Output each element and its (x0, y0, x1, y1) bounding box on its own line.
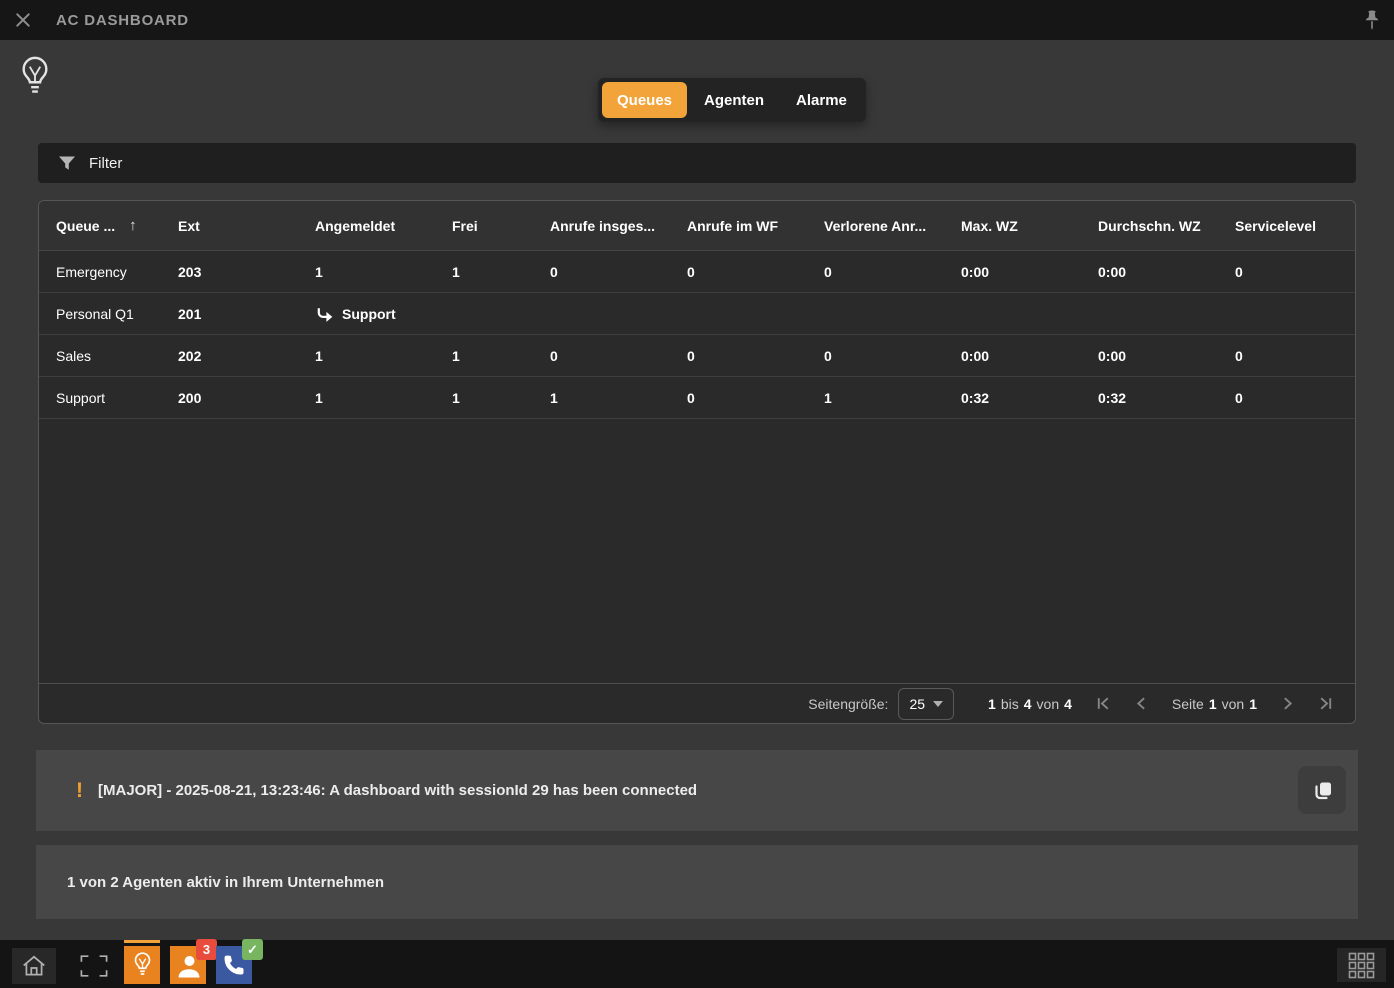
table-row[interactable]: Support 200 1 1 1 0 1 0:32 0:32 0 (39, 377, 1355, 419)
last-page-icon[interactable] (1318, 695, 1335, 712)
column-header-servicelevel[interactable]: Servicelevel (1235, 218, 1355, 234)
copy-icon[interactable] (1298, 766, 1346, 814)
info-banner: 1 von 2 Agenten aktiv in Ihrem Unternehm… (36, 845, 1358, 919)
cell-queue: Sales (39, 348, 178, 364)
column-header-max-wz[interactable]: Max. WZ (961, 218, 1098, 234)
page-size-select[interactable]: 25 (898, 688, 954, 720)
cell-verlorene-anr: 1 (824, 390, 961, 406)
cell-anrufe-insges: 0 (550, 264, 687, 280)
column-header-anrufe-im-wf[interactable]: Anrufe im WF (687, 218, 824, 234)
cell-frei: 1 (452, 348, 550, 364)
info-message: 1 von 2 Agenten aktiv in Ihrem Unternehm… (67, 874, 384, 891)
cell-angemeldet: 1 (315, 390, 452, 406)
contacts-person-icon: 3 (170, 946, 206, 984)
dashboard-lightbulb-icon (18, 54, 52, 105)
phone-icon: ✓ (216, 946, 252, 984)
close-icon[interactable] (8, 5, 38, 35)
cell-ext: 203 (178, 264, 315, 280)
redirect-target-label: Support (342, 306, 396, 322)
apps-grid-icon[interactable] (1337, 948, 1386, 982)
cell-max-wz: 0:32 (961, 390, 1098, 406)
exclamation-icon: ! (76, 779, 83, 803)
cell-angemeldet: 1 (315, 264, 452, 280)
cell-anrufe-im-wf: 0 (687, 264, 824, 280)
page-indicator-text: Seite 1 von 1 (1172, 696, 1257, 712)
filter-icon (58, 154, 76, 172)
column-header-durchschn-wz[interactable]: Durchschn. WZ (1098, 218, 1235, 234)
sort-ascending-icon[interactable]: ↑ (129, 217, 137, 234)
cell-verlorene-anr: 0 (824, 264, 961, 280)
table-pagination: Seitengröße: 25 1 bis 4 von 4 Seite 1 vo… (39, 683, 1355, 723)
taskbar-item-phone[interactable]: ✓ (216, 940, 252, 984)
column-header-angemeldet[interactable]: Angemeldet (315, 218, 452, 234)
tab-agenten[interactable]: Agenten (689, 82, 779, 118)
cell-queue: Personal Q1 (39, 306, 178, 322)
redirect-arrow-icon (315, 306, 334, 322)
check-icon: ✓ (242, 939, 263, 960)
taskbar-item-dashboard[interactable] (124, 940, 160, 984)
window-title: AC DASHBOARD (56, 12, 189, 29)
tab-queues[interactable]: Queues (602, 82, 687, 118)
cell-verlorene-anr: 0 (824, 348, 961, 364)
cell-durchschn-wz: 0:00 (1098, 348, 1235, 364)
column-header-anrufe-insges[interactable]: Anrufe insges... (550, 218, 687, 234)
cell-servicelevel: 0 (1235, 264, 1355, 280)
cell-redirect: Support (315, 306, 452, 322)
first-page-icon[interactable] (1094, 695, 1111, 712)
cell-angemeldet: 1 (315, 348, 452, 364)
page-size-value: 25 (909, 696, 925, 712)
filter-label: Filter (89, 155, 122, 172)
dropdown-caret-icon (933, 701, 943, 707)
fullscreen-icon[interactable] (74, 950, 114, 982)
table-row[interactable]: Emergency 203 1 1 0 0 0 0:00 0:00 0 (39, 251, 1355, 293)
cell-anrufe-insges: 1 (550, 390, 687, 406)
column-header-ext[interactable]: Ext (178, 218, 315, 234)
active-indicator (124, 940, 160, 943)
column-header-queue[interactable]: Queue ... ↑ (39, 217, 178, 234)
cell-anrufe-im-wf: 0 (687, 390, 824, 406)
cell-max-wz: 0:00 (961, 264, 1098, 280)
cell-durchschn-wz: 0:00 (1098, 264, 1235, 280)
cell-queue: Emergency (39, 264, 178, 280)
table-header-row: Queue ... ↑ Ext Angemeldet Frei Anrufe i… (39, 201, 1355, 251)
taskbar: 3 ✓ (0, 940, 1394, 988)
contacts-badge: 3 (196, 939, 217, 960)
page-size-label: Seitengröße: (808, 696, 888, 712)
table-empty-area (39, 419, 1355, 683)
cell-max-wz: 0:00 (961, 348, 1098, 364)
view-tabs: Queues Agenten Alarme (598, 78, 866, 122)
table-row[interactable]: Sales 202 1 1 0 0 0 0:00 0:00 0 (39, 335, 1355, 377)
cell-servicelevel: 0 (1235, 348, 1355, 364)
cell-anrufe-im-wf: 0 (687, 348, 824, 364)
taskbar-item-contacts[interactable]: 3 (170, 940, 206, 984)
table-row[interactable]: Personal Q1 201 Support (39, 293, 1355, 335)
cell-durchschn-wz: 0:32 (1098, 390, 1235, 406)
cell-ext: 202 (178, 348, 315, 364)
cell-queue: Support (39, 390, 178, 406)
pin-icon[interactable] (1358, 8, 1386, 32)
queues-table: Queue ... ↑ Ext Angemeldet Frei Anrufe i… (38, 200, 1356, 724)
column-header-frei[interactable]: Frei (452, 218, 550, 234)
row-range-text: 1 bis 4 von 4 (988, 696, 1072, 712)
cell-anrufe-insges: 0 (550, 348, 687, 364)
filter-bar[interactable]: Filter (38, 143, 1356, 183)
alert-message: [MAJOR] - 2025-08-21, 13:23:46: A dashbo… (98, 782, 697, 799)
dashboard-lightbulb-tile-icon (124, 946, 160, 984)
next-page-icon[interactable] (1279, 695, 1296, 712)
alert-banner: ! [MAJOR] - 2025-08-21, 13:23:46: A dash… (36, 750, 1358, 831)
column-header-verlorene-anr[interactable]: Verlorene Anr... (824, 218, 961, 234)
previous-page-icon[interactable] (1133, 695, 1150, 712)
cell-servicelevel: 0 (1235, 390, 1355, 406)
home-button[interactable] (12, 948, 56, 984)
cell-ext: 200 (178, 390, 315, 406)
cell-frei: 1 (452, 264, 550, 280)
cell-frei: 1 (452, 390, 550, 406)
title-bar: AC DASHBOARD (0, 0, 1394, 40)
cell-ext: 201 (178, 306, 315, 322)
tab-alarme[interactable]: Alarme (781, 82, 862, 118)
